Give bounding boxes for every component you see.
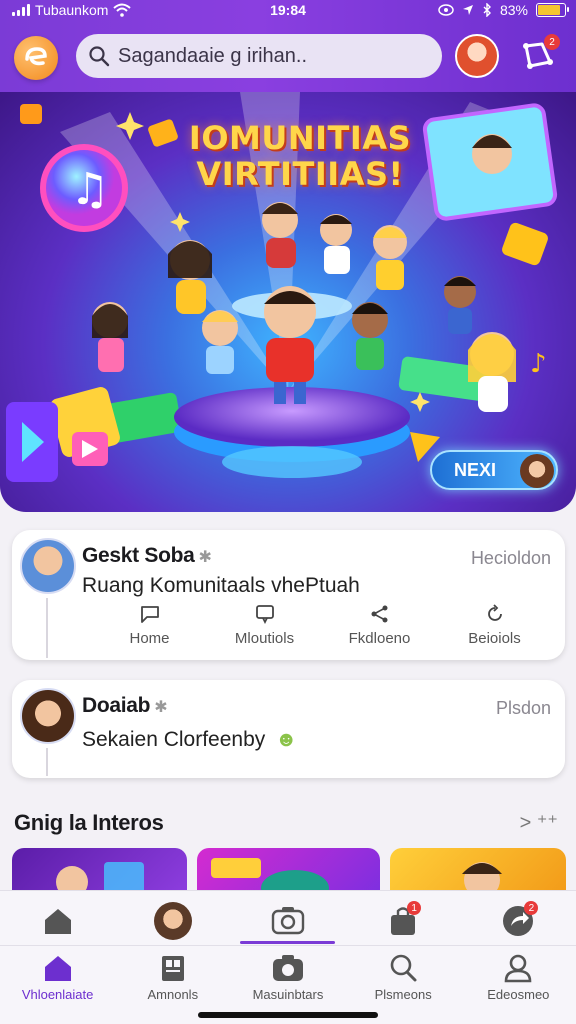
post-author-avatar[interactable] (20, 538, 76, 594)
comment-icon (140, 606, 159, 623)
home-indicator (198, 1012, 378, 1018)
location-icon (462, 5, 473, 15)
app-logo[interactable] (14, 36, 58, 80)
carrier-name: Tubaunkom (35, 2, 109, 18)
share-icon (371, 605, 387, 623)
signal-icon (12, 4, 30, 16)
nav-bottom-row: Vhloenlaiate Amnonls Masuinbtars Plsmeon… (0, 949, 576, 1009)
nav-top-avatar[interactable] (153, 901, 193, 941)
post-meta: Plsdon (495, 698, 551, 718)
nav-top-home[interactable] (38, 901, 78, 941)
svg-text:♫: ♫ (70, 164, 109, 215)
avatar-icon (153, 902, 192, 940)
status-bar: Tubaunkom 19:84 83% (0, 0, 576, 22)
author-name-text: Doaiab (82, 694, 151, 717)
hero-title-line1: IOMUNITIAS (188, 119, 412, 157)
profile-icon (505, 954, 532, 983)
top-header: Tubaunkom 19:84 83% 2 (0, 0, 576, 100)
nav-top-bag[interactable]: 1 (383, 901, 423, 941)
post-card[interactable]: Geskt Soba ✱ Hecioldon Ruang Komunitaals … (12, 530, 565, 660)
post-actions: Home Mloutiols Fkdloeno Beioiols (92, 604, 552, 647)
action-label: Mloutiols (234, 630, 295, 647)
bottom-navigation: 1 2 Vhloenlaiate Amnonls Masuinbtars Pls… (0, 890, 576, 1024)
hero-next-avatar (520, 454, 554, 488)
action-refresh[interactable]: Beioiols (437, 604, 552, 647)
hero-banner[interactable]: ♫ ♪ IOMUNITIAS VIRTITIIAS! NEXI (0, 92, 576, 512)
action-label: Home (129, 630, 170, 647)
nav-tab-label: Vhloenlaiate (21, 987, 94, 1002)
post-card[interactable]: Doaiab ✱ Plsdon Sekaien Clorfeenby ☻ (12, 680, 565, 778)
nav-tab-camera[interactable]: Masuinbtars (230, 949, 345, 1009)
user-avatar[interactable] (455, 34, 499, 78)
eye-icon (438, 4, 454, 16)
doc-icon (161, 956, 184, 981)
home-icon (44, 909, 71, 934)
nav-tab-label: Edeosmeo (487, 987, 550, 1002)
section-more-button[interactable]: > ⁺⁺ (520, 810, 558, 835)
hero-title-line2: VIRTITIIAS! (196, 155, 404, 193)
smile-emoji-icon: ☻ (275, 728, 298, 751)
author-name-text: Geskt Soba (82, 544, 195, 567)
bluetooth-icon (483, 3, 491, 17)
nav-top-row: 1 2 (0, 897, 576, 945)
thread-line (46, 598, 48, 658)
notification-badge: 2 (544, 34, 560, 50)
post-text-content: Sekaien Clorfeenby (82, 728, 266, 751)
battery-percent: 83% (499, 2, 528, 18)
action-share[interactable]: Fkdloeno (322, 604, 437, 647)
action-messages[interactable]: Mloutiols (207, 604, 322, 647)
action-label: Beioiols (468, 630, 521, 647)
nav-tab-profile[interactable]: Edeosmeo (461, 949, 576, 1009)
camera-icon (271, 907, 305, 935)
search-bar[interactable] (76, 34, 442, 78)
carrier-area: Tubaunkom (12, 2, 132, 18)
hero-title: IOMUNITIAS VIRTITIIAS! (150, 120, 450, 192)
nav-tab-accounts[interactable]: Amnonls (115, 949, 230, 1009)
wifi-icon (113, 3, 132, 17)
nav-badge: 2 (524, 901, 539, 915)
nav-divider (0, 945, 576, 946)
post-author-name[interactable]: Geskt Soba ✱ (82, 544, 212, 568)
svg-text:♪: ♪ (530, 349, 547, 379)
hero-next-label: NEXI (454, 459, 497, 480)
camera-icon (272, 955, 303, 981)
home-icon (44, 956, 71, 981)
post-author-name[interactable]: Doaiab ✱ (82, 694, 168, 718)
nav-tab-home[interactable]: Vhloenlaiate (0, 949, 115, 1009)
search-icon (89, 46, 110, 67)
star-icon: ✱ (154, 699, 168, 716)
thread-line (46, 748, 48, 776)
search-icon (390, 954, 417, 982)
refresh-icon (487, 604, 502, 621)
search-input[interactable] (118, 44, 418, 68)
post-meta: Hecioldon (470, 548, 551, 568)
star-icon: ✱ (198, 549, 212, 566)
nav-tab-search[interactable]: Plsmeons (346, 949, 461, 1009)
nav-top-share[interactable]: 2 (498, 901, 539, 941)
message-icon (255, 605, 274, 624)
action-label: Fkdloeno (348, 630, 411, 647)
nav-tab-label: Masuinbtars (252, 987, 324, 1002)
hero-next-button[interactable]: NEXI (430, 450, 558, 490)
post-text: Ruang Komunitaals vhePtuah (82, 574, 360, 597)
section-title: Gnig la Interos (14, 810, 164, 835)
post-text: Sekaien Clorfeenby ☻ (82, 728, 297, 752)
battery-level (538, 5, 560, 15)
active-tab-indicator (240, 941, 335, 944)
status-right: 83% (438, 2, 569, 18)
notifications-button[interactable]: 2 (520, 34, 560, 76)
logo-icon (25, 47, 47, 66)
battery-icon (536, 3, 569, 17)
nav-top-camera[interactable] (268, 901, 308, 941)
nav-tab-label: Amnonls (147, 987, 199, 1002)
action-home[interactable]: Home (92, 604, 207, 647)
nav-tab-label: Plsmeons (374, 987, 432, 1002)
status-time: 19:84 (270, 2, 306, 18)
post-author-avatar[interactable] (20, 688, 76, 744)
